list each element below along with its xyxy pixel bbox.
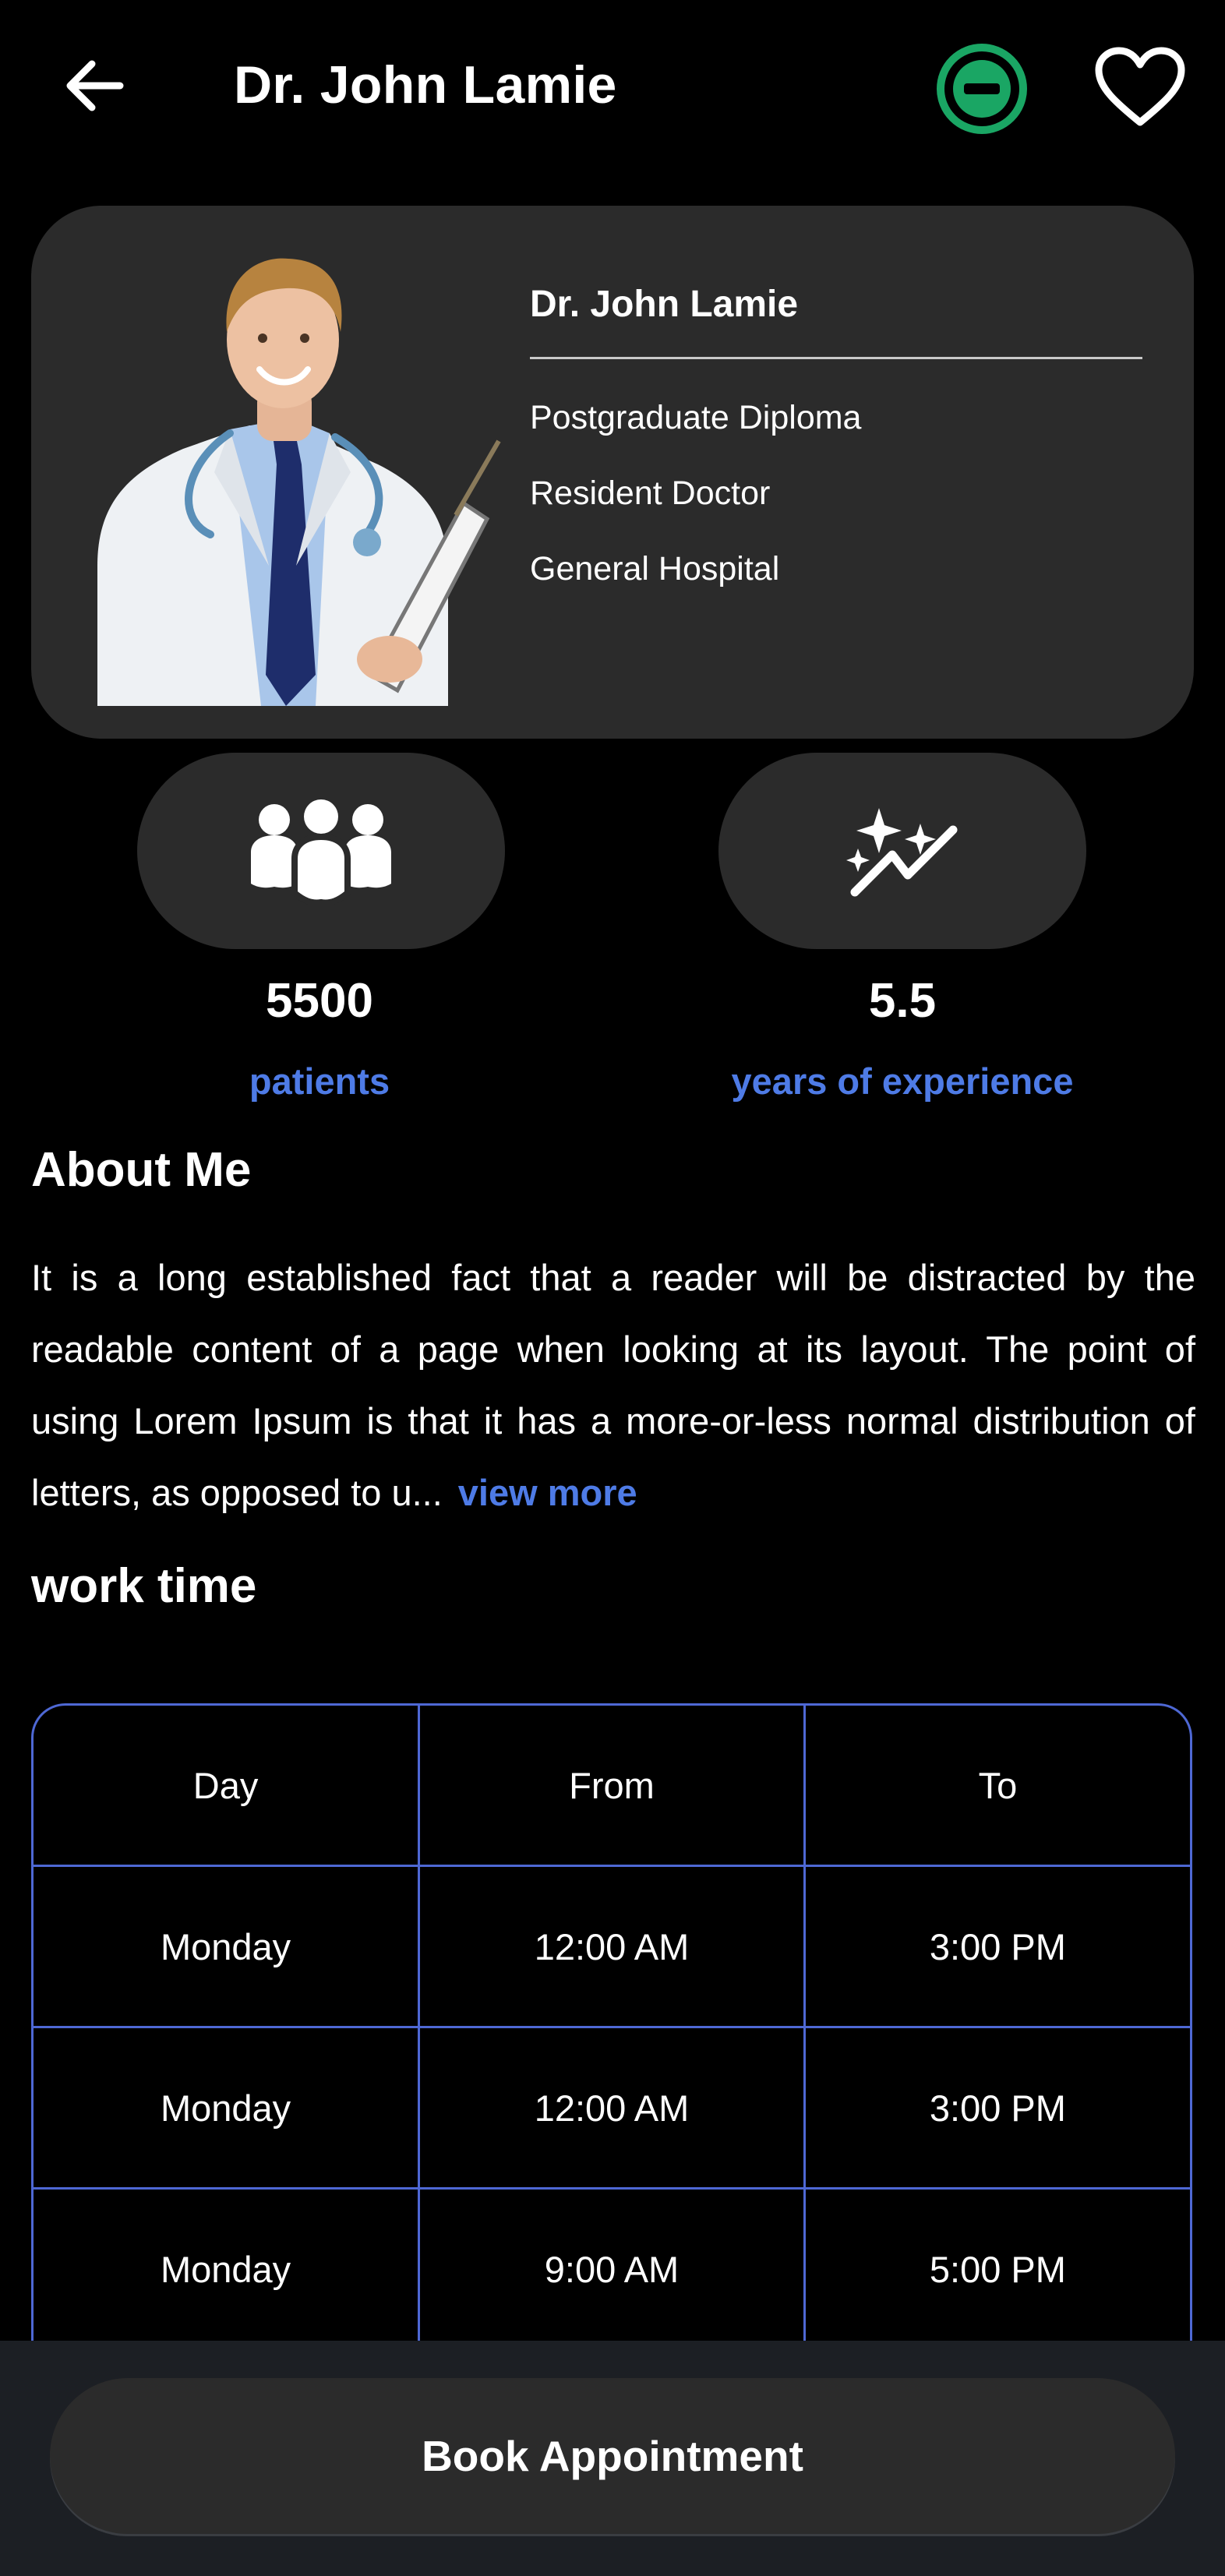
doctor-photo — [82, 238, 503, 706]
sparkle-trend-icon — [846, 808, 958, 897]
row-to: 3:00 PM — [803, 2026, 1190, 2190]
book-appointment-button[interactable]: Book Appointment — [50, 2378, 1175, 2534]
profile-position: Resident Doctor — [530, 475, 771, 512]
row-to: 5:00 PM — [803, 2187, 1190, 2351]
profile-name: Dr. John Lamie — [530, 284, 799, 325]
favorite-button[interactable] — [1089, 39, 1191, 136]
experience-years: 5.5 — [868, 974, 937, 1028]
work-time-title: work time — [31, 1559, 257, 1613]
status-button[interactable] — [934, 41, 1030, 137]
profile-qualification: Postgraduate Diploma — [530, 399, 862, 436]
experience-label: years of experience — [731, 1060, 1074, 1102]
about-text: It is a long established fact that a rea… — [31, 1242, 1195, 1529]
table-header-row: Day From To — [34, 1706, 1190, 1867]
heart-outline-icon — [1095, 47, 1185, 126]
patients-stat-pill — [137, 753, 505, 949]
view-more-link[interactable]: view more — [458, 1472, 637, 1513]
table-row: Monday 12:00 AM 3:00 PM — [34, 1865, 1190, 2028]
table-row: Monday 9:00 AM 5:00 PM — [34, 2187, 1190, 2351]
profile-hospital: General Hospital — [530, 550, 780, 588]
row-from: 12:00 AM — [418, 2026, 806, 2190]
header-from: From — [418, 1706, 806, 1867]
arrow-left-icon — [66, 60, 124, 111]
profile-divider — [530, 357, 1142, 359]
patients-count: 5500 — [266, 974, 373, 1028]
back-button[interactable] — [55, 47, 132, 125]
header-to: To — [803, 1706, 1190, 1867]
row-to: 3:00 PM — [803, 1865, 1190, 2028]
row-from: 12:00 AM — [418, 1865, 806, 2028]
header-day: Day — [34, 1706, 421, 1867]
row-day: Monday — [34, 2187, 421, 2351]
experience-stat-pill — [718, 753, 1086, 949]
table-row: Monday 12:00 AM 3:00 PM — [34, 2026, 1190, 2190]
patients-label: patients — [249, 1060, 390, 1102]
about-title: About Me — [31, 1143, 252, 1197]
minus-circle-icon — [937, 44, 1027, 134]
row-from: 9:00 AM — [418, 2187, 806, 2351]
patients-group-icon — [251, 799, 391, 905]
row-day: Monday — [34, 2026, 421, 2190]
row-day: Monday — [34, 1865, 421, 2028]
page-title: Dr. John Lamie — [234, 55, 617, 115]
